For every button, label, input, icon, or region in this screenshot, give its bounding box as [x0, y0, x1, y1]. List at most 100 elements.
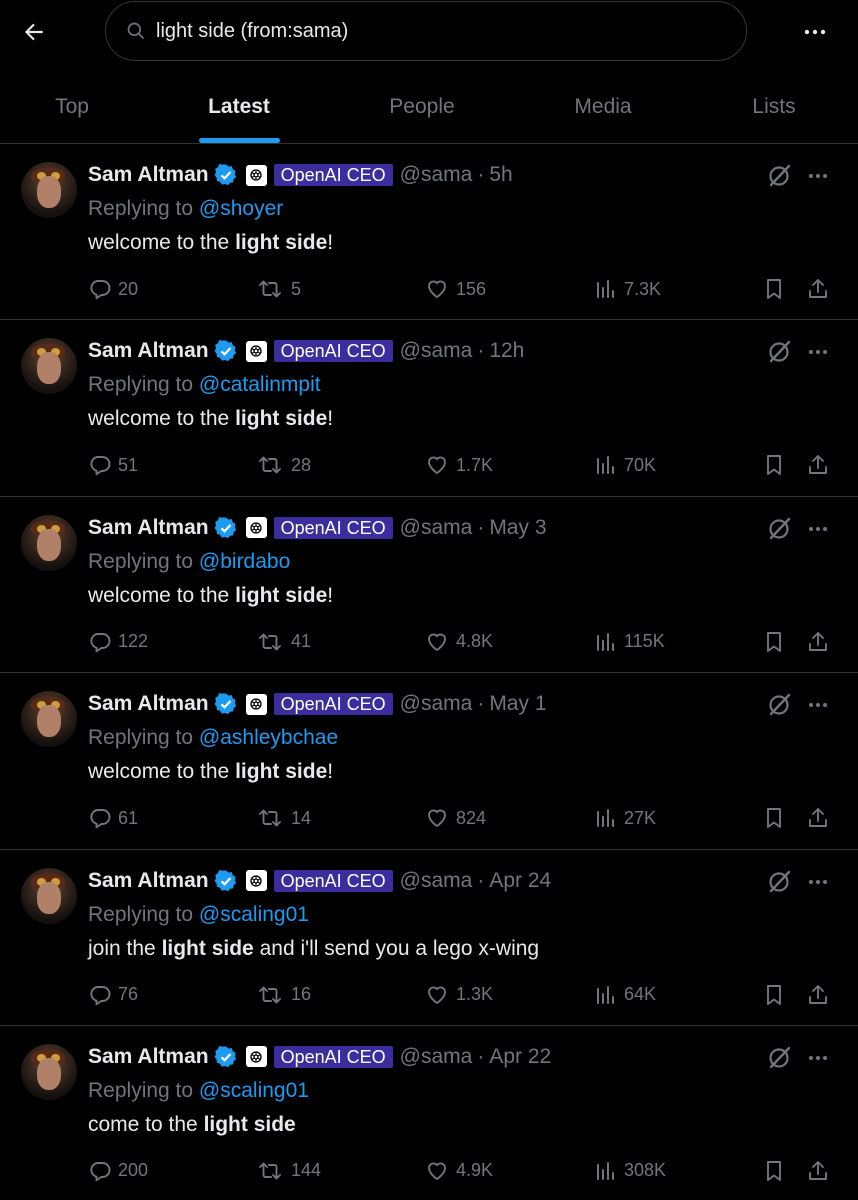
author-name[interactable]: Sam Altman	[88, 692, 209, 716]
tweet-more-icon[interactable]	[805, 166, 831, 186]
like-button[interactable]: 4.9K	[424, 1156, 493, 1186]
search-input[interactable]: light side (from:sama)	[105, 1, 747, 61]
affiliation-badge[interactable]: OpenAI CEO	[273, 1045, 393, 1068]
author-handle[interactable]: @sama	[400, 516, 473, 540]
tab-lists[interactable]: Lists	[724, 70, 824, 144]
openai-logo-icon[interactable]	[245, 870, 267, 892]
bookmark-button[interactable]	[762, 274, 792, 304]
tweet[interactable]: Sam Altman OpenAI CEO @sama · Apr 24 Rep…	[0, 850, 858, 1026]
like-button[interactable]: 4.8K	[424, 627, 493, 657]
author-handle[interactable]: @sama	[400, 339, 473, 363]
tweet-timestamp[interactable]: May 3	[489, 516, 546, 540]
affiliation-badge[interactable]: OpenAI CEO	[273, 340, 393, 363]
repost-button[interactable]: 41	[255, 627, 311, 657]
tweet-timestamp[interactable]: 12h	[489, 339, 524, 363]
openai-logo-icon[interactable]	[245, 693, 267, 715]
bookmark-button[interactable]	[762, 980, 792, 1010]
views-button[interactable]: 308K	[594, 1156, 666, 1186]
bookmark-button[interactable]	[762, 450, 792, 480]
views-button[interactable]: 64K	[594, 980, 656, 1010]
reply-button[interactable]: 200	[88, 1156, 148, 1186]
openai-logo-icon[interactable]	[245, 1046, 267, 1068]
affiliation-badge[interactable]: OpenAI CEO	[273, 693, 393, 716]
author-name[interactable]: Sam Altman	[88, 339, 209, 363]
reply-mention-link[interactable]: @birdabo	[199, 550, 290, 573]
grok-icon[interactable]	[765, 868, 793, 896]
author-handle[interactable]: @sama	[400, 1045, 473, 1069]
author-handle[interactable]: @sama	[400, 163, 473, 187]
author-handle[interactable]: @sama	[400, 692, 473, 716]
affiliation-badge[interactable]: OpenAI CEO	[273, 869, 393, 892]
tweet-timestamp[interactable]: 5h	[489, 163, 512, 187]
bookmark-button[interactable]	[762, 1156, 792, 1186]
like-button[interactable]: 156	[424, 274, 486, 304]
avatar[interactable]	[21, 338, 77, 395]
views-button[interactable]: 27K	[594, 803, 656, 833]
author-name[interactable]: Sam Altman	[88, 516, 209, 540]
repost-button[interactable]: 28	[255, 450, 311, 480]
bookmark-button[interactable]	[762, 627, 792, 657]
reply-mention-link[interactable]: @shoyer	[199, 197, 283, 220]
tweet-timestamp[interactable]: Apr 24	[489, 869, 551, 893]
tweet-more-icon[interactable]	[805, 872, 831, 892]
reply-button[interactable]: 61	[88, 803, 138, 833]
grok-icon[interactable]	[765, 1044, 793, 1072]
tweet-timestamp[interactable]: Apr 22	[489, 1045, 551, 1069]
grok-icon[interactable]	[765, 338, 793, 366]
grok-icon[interactable]	[765, 691, 793, 719]
avatar[interactable]	[21, 1043, 77, 1100]
share-button[interactable]	[806, 450, 836, 480]
tweet-more-icon[interactable]	[805, 695, 831, 715]
openai-logo-icon[interactable]	[245, 164, 267, 186]
tweet-timestamp[interactable]: May 1	[489, 692, 546, 716]
like-button[interactable]: 824	[424, 803, 486, 833]
avatar[interactable]	[21, 514, 77, 571]
openai-logo-icon[interactable]	[245, 340, 267, 362]
tweet-more-icon[interactable]	[805, 342, 831, 362]
share-button[interactable]	[806, 274, 836, 304]
author-name[interactable]: Sam Altman	[88, 163, 209, 187]
views-button[interactable]: 115K	[594, 627, 665, 657]
tweet[interactable]: Sam Altman OpenAI CEO @sama · 5h Replyin…	[0, 144, 858, 321]
back-arrow-icon[interactable]	[14, 12, 54, 52]
author-handle[interactable]: @sama	[400, 869, 473, 893]
tab-latest[interactable]: Latest	[186, 70, 292, 144]
tweet-more-icon[interactable]	[805, 519, 831, 539]
like-button[interactable]: 1.3K	[424, 980, 493, 1010]
avatar[interactable]	[21, 691, 77, 748]
reply-mention-link[interactable]: @catalinmpit	[199, 373, 321, 396]
share-button[interactable]	[806, 980, 836, 1010]
reply-mention-link[interactable]: @scaling01	[199, 1079, 309, 1102]
reply-button[interactable]: 51	[88, 450, 138, 480]
share-button[interactable]	[806, 803, 836, 833]
tweet-more-icon[interactable]	[805, 1048, 831, 1068]
affiliation-badge[interactable]: OpenAI CEO	[273, 164, 393, 186]
tab-people[interactable]: People	[362, 70, 482, 144]
tweet[interactable]: Sam Altman OpenAI CEO @sama · 12h Replyi…	[0, 320, 858, 497]
share-button[interactable]	[806, 1156, 836, 1186]
bookmark-button[interactable]	[762, 803, 792, 833]
like-button[interactable]: 1.7K	[424, 450, 493, 480]
reply-button[interactable]: 122	[88, 627, 148, 657]
openai-logo-icon[interactable]	[245, 517, 267, 539]
author-name[interactable]: Sam Altman	[88, 869, 209, 893]
tab-media[interactable]: Media	[548, 70, 658, 144]
tab-top[interactable]: Top	[20, 70, 124, 144]
repost-button[interactable]: 14	[255, 803, 311, 833]
author-name[interactable]: Sam Altman	[88, 1045, 209, 1069]
avatar[interactable]	[21, 867, 77, 924]
affiliation-badge[interactable]: OpenAI CEO	[273, 516, 393, 539]
more-options-icon[interactable]	[795, 12, 835, 52]
share-button[interactable]	[806, 627, 836, 657]
repost-button[interactable]: 5	[255, 274, 301, 304]
reply-mention-link[interactable]: @scaling01	[199, 903, 309, 926]
tweet[interactable]: Sam Altman OpenAI CEO @sama · Apr 22 Rep…	[0, 1026, 858, 1200]
tweet[interactable]: Sam Altman OpenAI CEO @sama · May 1 Repl…	[0, 673, 858, 850]
reply-button[interactable]: 76	[88, 980, 138, 1010]
grok-icon[interactable]	[765, 162, 793, 190]
repost-button[interactable]: 144	[255, 1156, 321, 1186]
reply-button[interactable]: 20	[88, 274, 138, 304]
tweet[interactable]: Sam Altman OpenAI CEO @sama · May 3 Repl…	[0, 497, 858, 674]
repost-button[interactable]: 16	[255, 980, 311, 1010]
views-button[interactable]: 70K	[594, 450, 656, 480]
